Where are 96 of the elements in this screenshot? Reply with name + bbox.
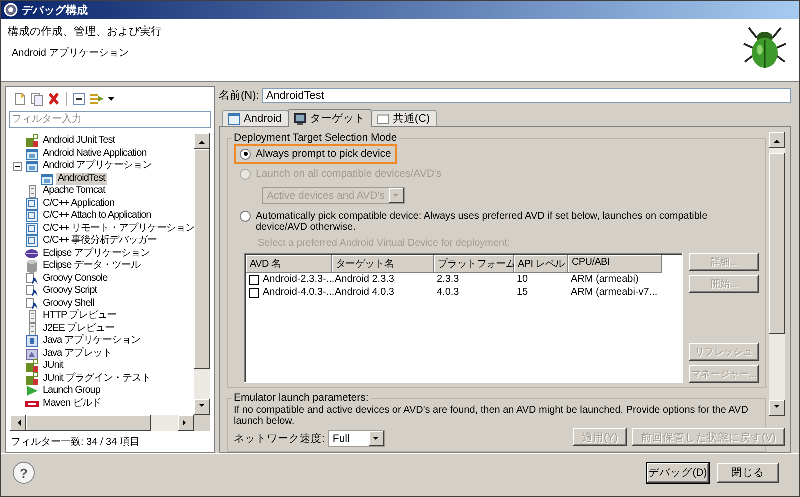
test-icon	[25, 359, 39, 374]
filter-field[interactable]: フィルター入力	[9, 111, 211, 128]
group-title: Emulator launch parameters:	[233, 392, 370, 404]
table-cell-text: 2.3.3	[436, 273, 460, 286]
scroll-thumb[interactable]	[26, 415, 151, 431]
network-speed-dropdown[interactable]: Full	[328, 430, 385, 447]
tab[interactable]: ターゲット	[288, 109, 372, 127]
window-icon	[376, 112, 390, 126]
file-icon	[25, 234, 39, 248]
tree-item[interactable]: Groovy Shell	[41, 298, 96, 310]
file-icon	[25, 196, 39, 211]
file-icon	[25, 209, 39, 224]
runner-icon	[25, 284, 39, 298]
runner-icon	[25, 296, 39, 311]
scroll-right-button[interactable]	[178, 415, 194, 431]
header-title: 構成の作成、管理、および実行	[8, 24, 163, 39]
help-button[interactable]: ?	[13, 462, 35, 484]
caret-icon[interactable]	[108, 96, 115, 102]
dialog-button[interactable]: 閉じる	[717, 463, 779, 483]
delete-icon[interactable]	[47, 92, 61, 106]
tree-item[interactable]: Groovy Console	[41, 272, 110, 285]
tree-item[interactable]: Launch Group	[41, 385, 102, 398]
collapse-toggle[interactable]	[13, 162, 22, 171]
window-icon	[40, 172, 54, 186]
tree-item[interactable]: C/C++ 事後分析デバッガー	[41, 235, 160, 248]
tree-item[interactable]: Eclipse アプリケーション	[41, 248, 152, 260]
new-file-icon[interactable]	[13, 92, 27, 106]
tree-item[interactable]: Android JUnit Test	[41, 135, 117, 148]
radio-label[interactable]: Automatically pick compatible device: Always uses preferred AVD if set below, launches on compatible device/AVD otherwise.	[256, 211, 753, 233]
tree-item[interactable]: Apache Tomcat	[41, 185, 108, 198]
scroll-left-button[interactable]	[10, 415, 26, 431]
table-cell-text: 4.0.3	[436, 286, 460, 299]
window-title: デバッグ構成	[22, 4, 88, 18]
column-header[interactable]: CPU/ABI	[568, 255, 662, 273]
runner-icon	[25, 272, 39, 286]
radio-button[interactable]	[240, 148, 251, 160]
description-text: If no compatible and active devices or AVD's are found, then an AVD might be launched. Provide options for the AVD launch below.	[234, 405, 750, 427]
window-icon	[25, 146, 39, 161]
scroll-up-button[interactable]	[769, 132, 785, 148]
name-label: 名前(N):	[219, 89, 260, 103]
window-icon	[227, 112, 241, 126]
collapse-all-icon[interactable]	[72, 92, 86, 106]
table-cell-text: ARM (armeabi-v7...	[570, 286, 659, 299]
filter-status: フィルター一致: 34 / 34 項目	[10, 436, 141, 450]
scroll-thumb[interactable]	[194, 149, 210, 369]
oval-icon	[25, 246, 39, 261]
table-cell: Android-4.0.3-...	[263, 287, 335, 298]
monitor-icon	[292, 112, 307, 126]
tree-item[interactable]: Java アプリケーション	[41, 335, 142, 348]
tree-item[interactable]: Maven ビルド	[41, 398, 104, 410]
tree-item[interactable]: Android Native Application	[41, 148, 149, 160]
play-icon	[25, 384, 39, 398]
dialog-button[interactable]: デバッグ(D)	[647, 463, 709, 483]
scroll-thumb[interactable]	[769, 153, 785, 334]
tree-item[interactable]: Groovy Script	[41, 285, 100, 298]
applet-icon	[25, 346, 39, 361]
table-cell-text: 15	[516, 286, 530, 299]
column-header[interactable]: AVD 名	[246, 255, 332, 273]
tree-item[interactable]: C/C++ Application	[41, 198, 117, 210]
tab[interactable]: Android	[222, 110, 289, 126]
radio-label[interactable]: Always prompt to pick device	[256, 148, 392, 160]
tree-item[interactable]: Eclipse データ・ツール	[41, 260, 143, 272]
scroll-down-button[interactable]	[769, 400, 785, 416]
tree-item[interactable]: HTTP プレビュー	[41, 310, 119, 322]
tree-item[interactable]: JUnit プラグイン・テスト	[41, 372, 154, 385]
window-icon	[25, 159, 39, 174]
tree-item[interactable]: Java アプレット	[41, 348, 114, 360]
tree-item[interactable]: AndroidTest	[56, 172, 108, 185]
group-title: Deployment Target Selection Mode	[233, 132, 398, 144]
radio-button[interactable]	[240, 211, 251, 222]
tree-item[interactable]: Android アプリケーション	[41, 160, 154, 172]
name-field[interactable]: AndroidTest	[262, 88, 791, 103]
header-subtitle: Android アプリケーション	[11, 46, 130, 60]
tree-item[interactable]: JUnit	[41, 360, 66, 372]
document-icon	[25, 334, 39, 348]
column-header[interactable]: ターゲット名	[332, 255, 434, 273]
gear-icon	[4, 3, 18, 17]
copy-icon[interactable]	[30, 92, 44, 106]
checkbox[interactable]	[249, 274, 259, 284]
tree-item[interactable]: C/C++ リモート・アプリケーション	[41, 222, 194, 235]
file-icon	[25, 222, 39, 236]
database-icon	[25, 259, 39, 274]
scroll-down-button[interactable]	[194, 399, 210, 415]
test-icon	[25, 372, 39, 386]
checkbox[interactable]	[249, 288, 259, 298]
table-cell-text: 10	[516, 273, 530, 286]
column-header[interactable]: API レベル	[514, 255, 568, 273]
test-icon	[25, 134, 39, 148]
scroll-corner	[194, 415, 210, 431]
tree-item[interactable]: J2EE プレビュー	[41, 322, 117, 335]
scroll-up-button[interactable]	[194, 133, 210, 149]
table-cell-text: ARM (armeabi)	[570, 273, 640, 286]
tab[interactable]: 共通(C)	[370, 110, 438, 126]
table-cell: Android-2.3.3-...	[263, 274, 335, 285]
network-speed-label: ネットワーク速度:	[234, 432, 325, 446]
tree-item[interactable]: C/C++ Attach to Application	[41, 210, 154, 222]
